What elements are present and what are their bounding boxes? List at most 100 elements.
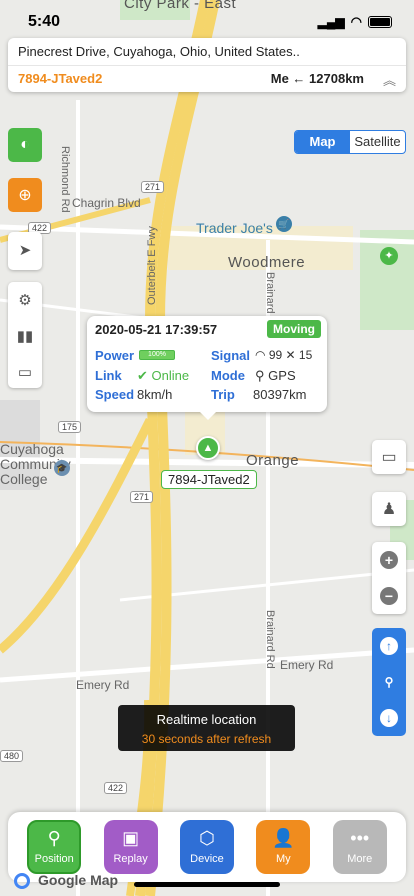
- map-type-toggle[interactable]: Map Satellite: [294, 130, 406, 154]
- power-label: Power: [95, 348, 135, 363]
- college-icon: 🎓: [54, 460, 70, 476]
- geofence-button[interactable]: ◐: [8, 128, 42, 162]
- cellular-signal-icon: ▂▄▆: [317, 15, 345, 29]
- route-shield-175: 175: [58, 421, 82, 433]
- wifi-icon: ◠: [350, 14, 362, 29]
- map-type-satellite[interactable]: Satellite: [350, 131, 405, 153]
- speed-value: 8km/h: [137, 387, 173, 402]
- address-card[interactable]: Pinecrest Drive, Cuyahoga, Ohio, United …: [8, 38, 406, 92]
- zoom-out-icon[interactable]: −: [380, 587, 398, 605]
- monitor-icon[interactable]: ▭: [8, 354, 42, 390]
- device-info-popup[interactable]: 2020-05-21 17:39:57 Moving Power 100% Si…: [87, 316, 327, 420]
- nav-device[interactable]: ⬡ Device: [179, 820, 234, 874]
- speed-label: Speed: [95, 387, 135, 402]
- device-name[interactable]: 7894-JTaved2: [18, 71, 102, 86]
- message-icon: ▭: [381, 449, 397, 466]
- settings-gear-icon[interactable]: ⚙: [8, 282, 42, 318]
- check-icon: ✔: [137, 368, 148, 383]
- route-shield-422-bottom: 422: [104, 782, 128, 794]
- send-icon: ➤: [18, 242, 32, 259]
- person-pin-icon: ♟: [381, 501, 397, 518]
- map-label-emery-rd-left: Emery Rd: [76, 678, 130, 692]
- nav-more[interactable]: ••• More: [332, 820, 387, 874]
- arrow-left-icon: ←: [292, 71, 310, 86]
- distance-value: 12708km: [309, 71, 364, 86]
- route-shield-271-top: 271: [141, 181, 165, 193]
- video-icon: ▣: [122, 828, 140, 848]
- divider: [8, 65, 406, 66]
- google-logo-icon: [14, 873, 30, 890]
- nav-my[interactable]: 👤 My: [256, 820, 311, 874]
- pins-icon[interactable]: ⚲: [380, 673, 398, 691]
- battery-bar: 100%: [139, 350, 175, 360]
- status-badge: Moving: [267, 320, 321, 338]
- google-map-watermark: Google Map: [14, 872, 119, 890]
- map-label-woodmere: Woodmere: [228, 254, 306, 271]
- me-label: Me: [270, 71, 289, 86]
- device-marker-icon[interactable]: ▲: [196, 436, 220, 460]
- battery-icon: [368, 16, 392, 28]
- hiking-icon: ✦: [380, 247, 398, 265]
- map-label-trader-joes: Trader Joe's: [196, 220, 273, 236]
- route-shield-271-mid: 271: [130, 491, 154, 503]
- shopping-cart-icon: 🛒: [276, 216, 292, 232]
- nav-position[interactable]: ⚲ Position: [27, 820, 82, 874]
- map-label-richmond-rd: Richmond Rd: [59, 146, 71, 213]
- more-dots-icon: •••: [350, 828, 370, 848]
- map-label-chagrin-blvd: Chagrin Blvd: [72, 196, 141, 210]
- geofence-icon: ◐: [20, 136, 30, 153]
- status-time: 5:40: [28, 13, 61, 30]
- message-button[interactable]: ▭: [372, 440, 406, 474]
- signal-wifi-value: 99: [268, 348, 283, 362]
- map-label-emery-rd-right: Emery Rd: [280, 658, 334, 672]
- locate-button[interactable]: ⊕: [8, 178, 42, 212]
- arrow-up-icon[interactable]: ↑: [380, 637, 398, 655]
- signal-sat-value: 15: [298, 348, 313, 362]
- map-type-map[interactable]: Map: [295, 131, 350, 153]
- nav-my-label: My: [276, 853, 291, 865]
- gps-icon: ⚲: [255, 368, 265, 383]
- map-label-orange: Orange: [246, 452, 300, 469]
- crosshair-icon: ⊕: [18, 187, 32, 204]
- signal-label: Signal: [211, 348, 251, 363]
- wifi-signal-icon: ◠: [255, 348, 266, 362]
- google-map-label: Google Map: [38, 872, 119, 888]
- zoom-controls: + −: [372, 542, 406, 614]
- device-marker-label[interactable]: 7894-JTaved2: [161, 470, 257, 489]
- zoom-in-icon[interactable]: +: [380, 551, 398, 569]
- location-pin-icon: ⚲: [47, 828, 61, 848]
- statistics-bar-icon[interactable]: ▮▮: [8, 318, 42, 354]
- home-indicator[interactable]: [134, 882, 280, 887]
- nav-device-label: Device: [190, 853, 224, 865]
- mode-value: ⚲ GPS: [255, 368, 296, 384]
- popup-datetime: 2020-05-21 17:39:57: [95, 322, 218, 337]
- map-label-outerbelt: Outerbelt E Fwy: [146, 226, 158, 305]
- toast-title: Realtime location: [156, 712, 257, 727]
- tools-group: ⚙ ▮▮ ▭: [8, 282, 42, 388]
- street-view-button[interactable]: ♟: [372, 492, 406, 526]
- cube-icon: ⬡: [199, 828, 215, 848]
- distance-to-me: Me ← 12708km: [271, 71, 364, 86]
- map-label-brainard-rd-bottom: Brainard Rd: [264, 610, 276, 669]
- mode-value-text: GPS: [268, 368, 296, 383]
- nav-position-label: Position: [34, 853, 74, 865]
- address-text: Pinecrest Drive, Cuyahoga, Ohio, United …: [18, 44, 300, 59]
- realtime-toast: Realtime location 30 seconds after refre…: [118, 705, 295, 751]
- collapse-chevron-icon[interactable]: ︽: [383, 70, 396, 89]
- nav-replay[interactable]: ▣ Replay: [103, 820, 158, 874]
- nav-replay-label: Replay: [113, 853, 148, 865]
- trip-label: Trip: [211, 387, 235, 402]
- mode-label: Mode: [211, 368, 245, 383]
- link-value: ✔ Online: [137, 368, 189, 384]
- arrow-down-icon[interactable]: ↓: [380, 709, 398, 727]
- nav-more-label: More: [347, 853, 373, 865]
- link-label: Link: [95, 368, 122, 383]
- person-icon: 👤: [272, 828, 295, 848]
- link-value-text: Online: [151, 368, 190, 383]
- signal-values: ◠ 99 ✕ 15: [255, 348, 312, 362]
- route-controls: ↑ ⚲ ↓: [372, 628, 406, 736]
- trip-value: 80397km: [253, 387, 307, 402]
- navigate-button[interactable]: ➤: [8, 232, 42, 270]
- toast-subtitle: 30 seconds after refresh: [141, 732, 272, 746]
- satellite-icon: ✕: [285, 348, 299, 362]
